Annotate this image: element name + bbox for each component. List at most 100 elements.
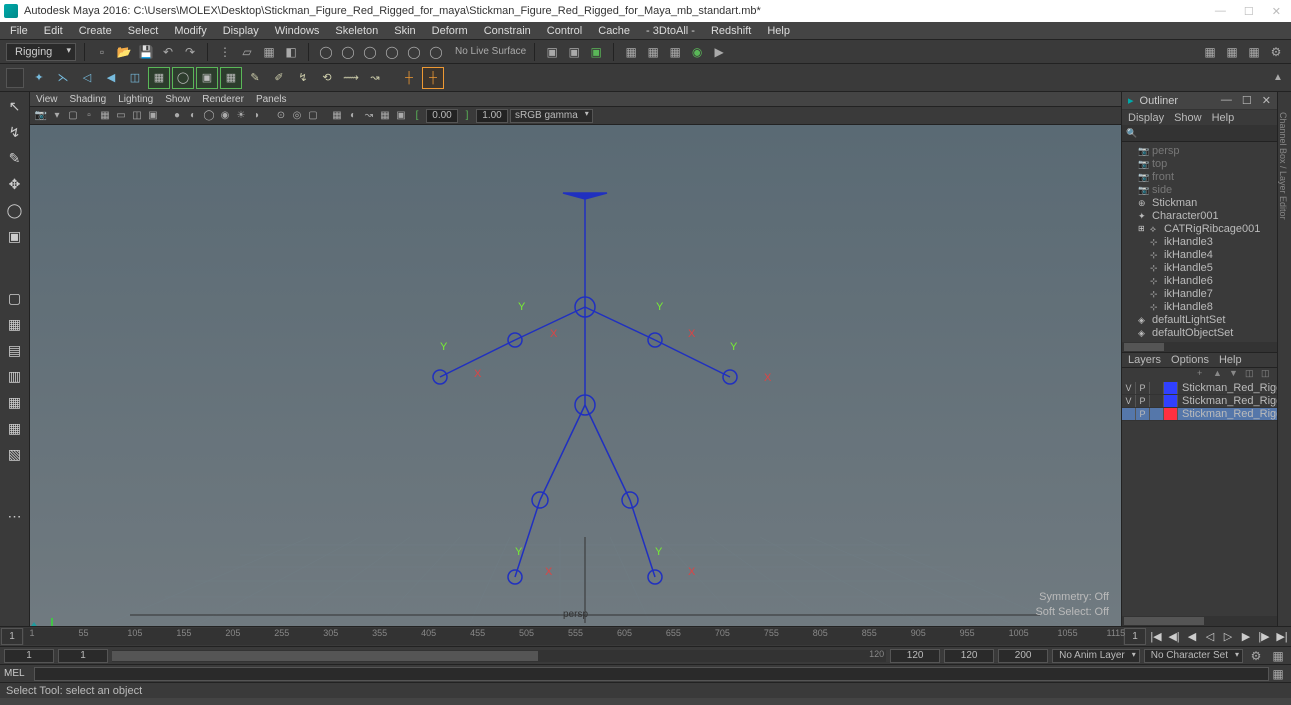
range-slider-track[interactable]: 120: [112, 650, 886, 662]
layers-menu-help[interactable]: Help: [1219, 354, 1242, 366]
step-back-icon[interactable]: ◀: [1183, 627, 1201, 646]
vp-shade2-icon[interactable]: ◐: [186, 109, 200, 123]
layer-add-icon[interactable]: +: [1197, 368, 1209, 380]
menu-display[interactable]: Display: [217, 25, 265, 37]
step-back-key-icon[interactable]: ◀|: [1165, 627, 1183, 646]
vp-2d-icon[interactable]: ▫: [82, 109, 96, 123]
orange2-icon[interactable]: ┼: [422, 67, 444, 89]
layout-outliner-icon[interactable]: ▦: [5, 418, 25, 438]
menu-windows[interactable]: Windows: [269, 25, 326, 37]
joint-tool-icon[interactable]: ⋋: [52, 67, 74, 89]
panel3-icon[interactable]: ▦: [1245, 43, 1263, 61]
lattice-icon[interactable]: ◫: [124, 67, 146, 89]
menu-control[interactable]: Control: [541, 25, 588, 37]
layer-p[interactable]: P: [1136, 408, 1150, 420]
render-play-icon[interactable]: ▶: [710, 43, 728, 61]
layer-t[interactable]: [1150, 395, 1164, 407]
outliner-item[interactable]: ⊹ikHandle4: [1122, 248, 1277, 261]
layout-four-icon[interactable]: ▦: [5, 314, 25, 334]
vp-menu-panels[interactable]: Panels: [256, 94, 287, 105]
outliner-item[interactable]: ⊹ikHandle6: [1122, 274, 1277, 287]
move-tool[interactable]: ✥: [5, 174, 25, 194]
range-end-field[interactable]: 120: [944, 649, 994, 663]
vp-shadow-icon[interactable]: ◗: [250, 109, 264, 123]
vp-menu-show[interactable]: Show: [165, 94, 190, 105]
layer-down-icon[interactable]: ▼: [1229, 368, 1241, 380]
gamma-value1[interactable]: 0.00: [426, 109, 458, 123]
menu-help[interactable]: Help: [761, 25, 796, 37]
layer-new2-icon[interactable]: ◫: [1261, 368, 1273, 380]
outliner-item[interactable]: 📷front: [1122, 170, 1277, 183]
goto-end-icon[interactable]: ▶|: [1273, 627, 1291, 646]
time-current-start[interactable]: 1: [1, 628, 23, 645]
skin-tool-icon[interactable]: ◀: [100, 67, 122, 89]
boxed4-icon[interactable]: ▦: [220, 67, 242, 89]
cmd-lang-label[interactable]: MEL: [4, 668, 34, 679]
layer-vis[interactable]: V: [1122, 382, 1136, 394]
menu-cache[interactable]: Cache: [592, 25, 636, 37]
outliner-item[interactable]: ⊕Stickman: [1122, 196, 1277, 209]
vp-menu-lighting[interactable]: Lighting: [118, 94, 153, 105]
open-icon[interactable]: 📂: [115, 43, 133, 61]
goto-start-icon[interactable]: |◀: [1147, 627, 1165, 646]
shelf-tab[interactable]: [6, 68, 24, 88]
vp-tex-icon[interactable]: ▦: [330, 109, 344, 123]
outliner-menu-show[interactable]: Show: [1174, 112, 1202, 124]
outliner-item[interactable]: ⊹ikHandle5: [1122, 261, 1277, 274]
menu-modify[interactable]: Modify: [168, 25, 212, 37]
layers-menu-layers[interactable]: Layers: [1128, 354, 1161, 366]
snap-grid-icon[interactable]: ◯: [317, 43, 335, 61]
vp-menu-renderer[interactable]: Renderer: [202, 94, 244, 105]
layer-row[interactable]: VPStickman_Red_Rigged: [1122, 382, 1277, 395]
menu-skeleton[interactable]: Skeleton: [329, 25, 384, 37]
paint3-icon[interactable]: ↯: [292, 67, 314, 89]
workspace-dropdown[interactable]: Rigging: [6, 43, 76, 61]
outliner-search[interactable]: 🔍: [1122, 126, 1277, 142]
paint4-icon[interactable]: ⟲: [316, 67, 338, 89]
paint2-icon[interactable]: ✐: [268, 67, 290, 89]
vp-gate-icon[interactable]: ◫: [130, 109, 144, 123]
sel-vert-icon[interactable]: ⋮: [216, 43, 234, 61]
time-track[interactable]: 1551051552052553053554054555055556056557…: [24, 628, 1123, 645]
rotate-tool[interactable]: ◯: [5, 200, 25, 220]
snap-point-icon[interactable]: ◯: [361, 43, 379, 61]
render3-icon[interactable]: ▦: [666, 43, 684, 61]
ik-tool-icon[interactable]: ◁: [76, 67, 98, 89]
vp-xray-icon[interactable]: ◎: [290, 109, 304, 123]
vp-ao-icon[interactable]: ◐: [346, 109, 360, 123]
menu-create[interactable]: Create: [73, 25, 118, 37]
maximize-button[interactable]: ☐: [1244, 5, 1254, 18]
panel4-icon[interactable]: ⚙: [1267, 43, 1285, 61]
construction3-icon[interactable]: ▣: [587, 43, 605, 61]
orange1-icon[interactable]: ┼: [398, 67, 420, 89]
character-set-dropdown[interactable]: No Character Set: [1144, 649, 1243, 663]
vp-grid-icon[interactable]: ▦: [98, 109, 112, 123]
layout-more-icon[interactable]: ⋯: [5, 506, 25, 526]
cmd-input[interactable]: [34, 667, 1269, 681]
layer-t[interactable]: [1150, 408, 1164, 420]
layout-persp-icon[interactable]: ▦: [5, 392, 25, 412]
snap-view-icon[interactable]: ◯: [427, 43, 445, 61]
panel1-icon[interactable]: ▦: [1201, 43, 1219, 61]
vp-exp-bracket-icon[interactable]: [: [410, 109, 424, 123]
outliner-max-button[interactable]: ☐: [1242, 94, 1252, 107]
render2-icon[interactable]: ▦: [644, 43, 662, 61]
layer-p[interactable]: P: [1136, 395, 1150, 407]
paint1-icon[interactable]: ✎: [244, 67, 266, 89]
save-icon[interactable]: 💾: [137, 43, 155, 61]
sel-edge-icon[interactable]: ▱: [238, 43, 256, 61]
range-start-field[interactable]: 1: [4, 649, 54, 663]
panel2-icon[interactable]: ▦: [1223, 43, 1241, 61]
outliner-item[interactable]: ◈defaultLightSet: [1122, 313, 1277, 326]
expand-icon[interactable]: ⊞: [1138, 224, 1146, 233]
snap-curve-icon[interactable]: ◯: [339, 43, 357, 61]
layer-t[interactable]: [1150, 382, 1164, 394]
vp-bookmark-icon[interactable]: ▾: [50, 109, 64, 123]
layer-color[interactable]: [1164, 408, 1178, 420]
vp-shade3-icon[interactable]: ◯: [202, 109, 216, 123]
scale-tool[interactable]: ▣: [5, 226, 25, 246]
vp-light-icon[interactable]: ☀: [234, 109, 248, 123]
layers-menu-options[interactable]: Options: [1171, 354, 1209, 366]
time-current-end[interactable]: 1: [1124, 628, 1146, 645]
menu-deform[interactable]: Deform: [426, 25, 474, 37]
